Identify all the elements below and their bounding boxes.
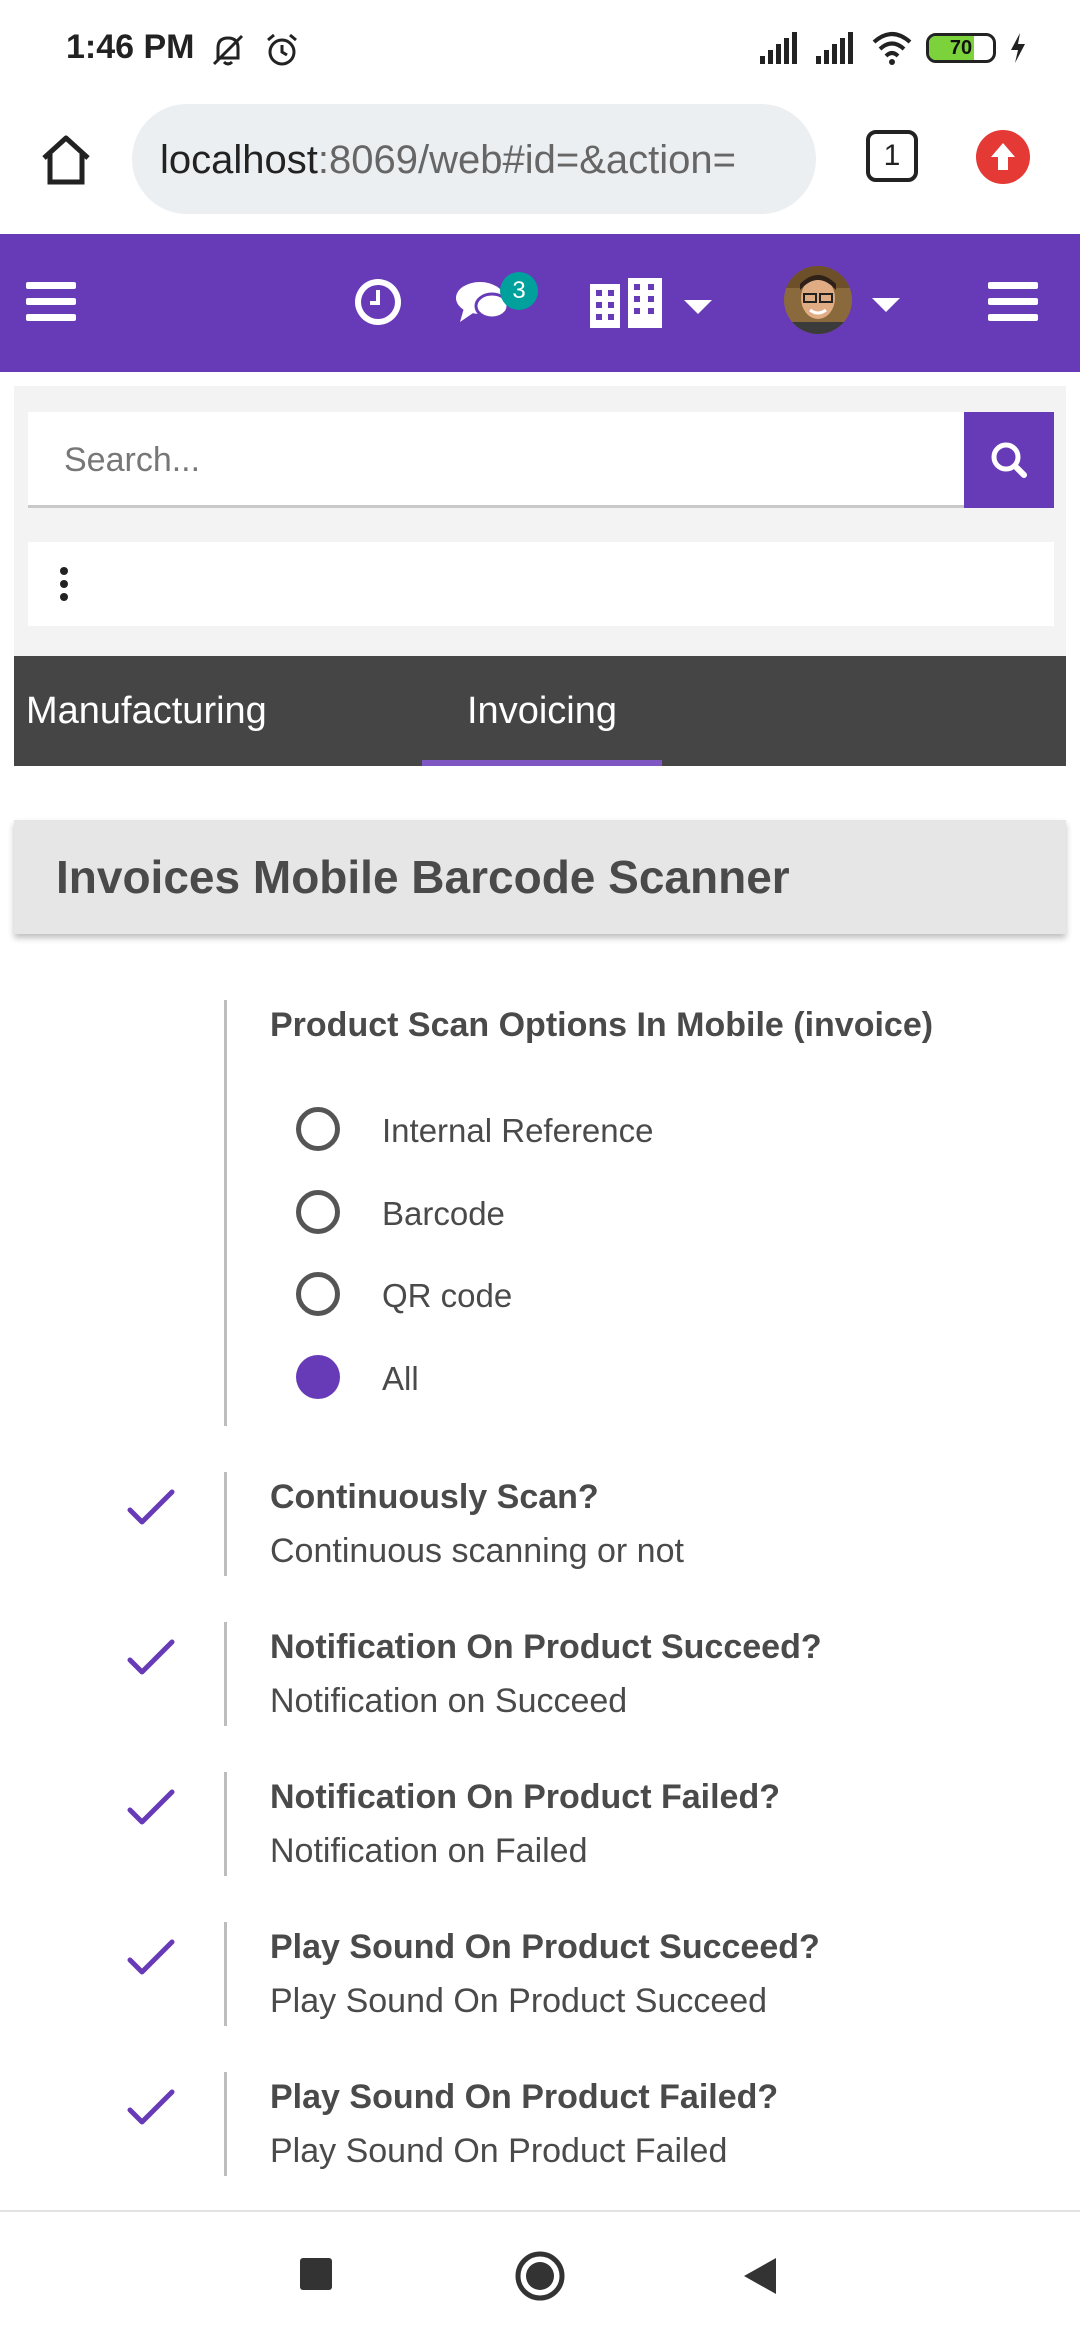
radio-all[interactable] [296, 1355, 340, 1399]
radio-barcode[interactable] [296, 1190, 340, 1234]
section-header: Invoices Mobile Barcode Scanner [14, 820, 1066, 934]
search-button[interactable] [964, 412, 1054, 508]
signal-icon [760, 32, 797, 64]
app-header: 3 [0, 234, 1080, 372]
wifi-icon [872, 32, 912, 65]
messages-button[interactable]: 3 [454, 272, 540, 332]
app-menu-icon[interactable] [988, 280, 1038, 324]
setting-title: Play Sound On Product Succeed? [270, 1928, 820, 1966]
setting-divider [224, 1922, 227, 2026]
radio-label: Barcode [382, 1195, 505, 1232]
battery-level: 70 [949, 37, 973, 59]
arrow-up-icon [991, 143, 1015, 170]
update-button[interactable] [976, 130, 1030, 184]
chevron-down-icon [872, 298, 900, 312]
checkmark-icon[interactable] [126, 1486, 176, 1528]
home-nav-icon[interactable] [514, 2250, 566, 2302]
section-title: Invoices Mobile Barcode Scanner [56, 851, 790, 903]
checkmark-icon[interactable] [126, 1636, 176, 1678]
menu-icon[interactable] [26, 280, 76, 324]
radio-label: QR code [382, 1277, 513, 1314]
status-bar: 1:46 PM 70 [0, 0, 1080, 96]
setting-divider [224, 1622, 227, 1726]
scan-options-label: Product Scan Options In Mobile (invoice) [270, 1006, 934, 1044]
home-icon[interactable] [36, 130, 96, 190]
clock-icon[interactable] [352, 276, 404, 328]
tab-switcher-button[interactable]: 1 [866, 130, 918, 182]
tab-invoicing[interactable]: Invoicing [422, 656, 662, 766]
checkmark-icon[interactable] [126, 1936, 176, 1978]
address-bar[interactable]: localhost:8069/web#id=&action= [132, 104, 816, 214]
browser-toolbar: localhost:8069/web#id=&action= 1 [0, 96, 1080, 234]
company-switcher[interactable] [590, 276, 720, 330]
setting-divider [224, 1472, 227, 1576]
setting-description: Continuous scanning or not [270, 1532, 684, 1570]
checkmark-icon[interactable] [126, 1786, 176, 1828]
status-time: 1:46 PM [66, 28, 195, 66]
system-nav-bar [0, 2210, 1080, 2340]
tab-manufacturing[interactable]: Manufacturing [26, 656, 296, 766]
settings-tabs: Manufacturing Invoicing [14, 656, 1066, 766]
radio-label: Internal Reference [382, 1112, 654, 1149]
mute-bell-icon [212, 34, 244, 66]
url-host: localhost [160, 138, 318, 182]
search-icon [991, 442, 1027, 478]
setting-divider [224, 2072, 227, 2176]
setting-description: Notification on Failed [270, 1832, 588, 1870]
setting-divider [224, 1772, 227, 1876]
search-box [28, 412, 1054, 508]
setting-title: Continuously Scan? [270, 1478, 599, 1516]
charging-icon [1011, 33, 1025, 63]
more-options-icon[interactable] [58, 566, 70, 602]
user-menu[interactable] [782, 264, 912, 340]
url-path: :8069/web#id=&action= [317, 138, 736, 182]
avatar [784, 266, 852, 334]
setting-title: Play Sound On Product Failed? [270, 2078, 779, 2116]
building-icon [590, 278, 662, 328]
recents-icon[interactable] [300, 2258, 332, 2290]
back-icon[interactable] [742, 2256, 778, 2296]
radio-internal-reference[interactable] [296, 1107, 340, 1151]
checkmark-icon[interactable] [126, 2086, 176, 2128]
radio-label: All [382, 1360, 419, 1397]
battery-icon: 70 [926, 33, 996, 63]
alarm-icon [267, 33, 297, 66]
status-right-icons: 70 [758, 30, 1028, 66]
status-left-icons [208, 30, 302, 70]
setting-description: Play Sound On Product Failed [270, 2132, 728, 2170]
radio-qr-code[interactable] [296, 1272, 340, 1316]
setting-title: Notification On Product Succeed? [270, 1628, 822, 1666]
signal-icon-2 [816, 32, 853, 64]
options-row [28, 542, 1054, 626]
messages-badge: 3 [500, 272, 538, 310]
search-panel [14, 386, 1066, 656]
chevron-down-icon [684, 300, 712, 314]
setting-description: Play Sound On Product Succeed [270, 1982, 768, 2020]
setting-description: Notification on Succeed [270, 1682, 628, 1720]
search-input[interactable] [28, 412, 962, 508]
url-text: localhost:8069/web#id=&action= [160, 138, 736, 183]
setting-divider [224, 1000, 227, 1426]
setting-title: Notification On Product Failed? [270, 1778, 780, 1816]
